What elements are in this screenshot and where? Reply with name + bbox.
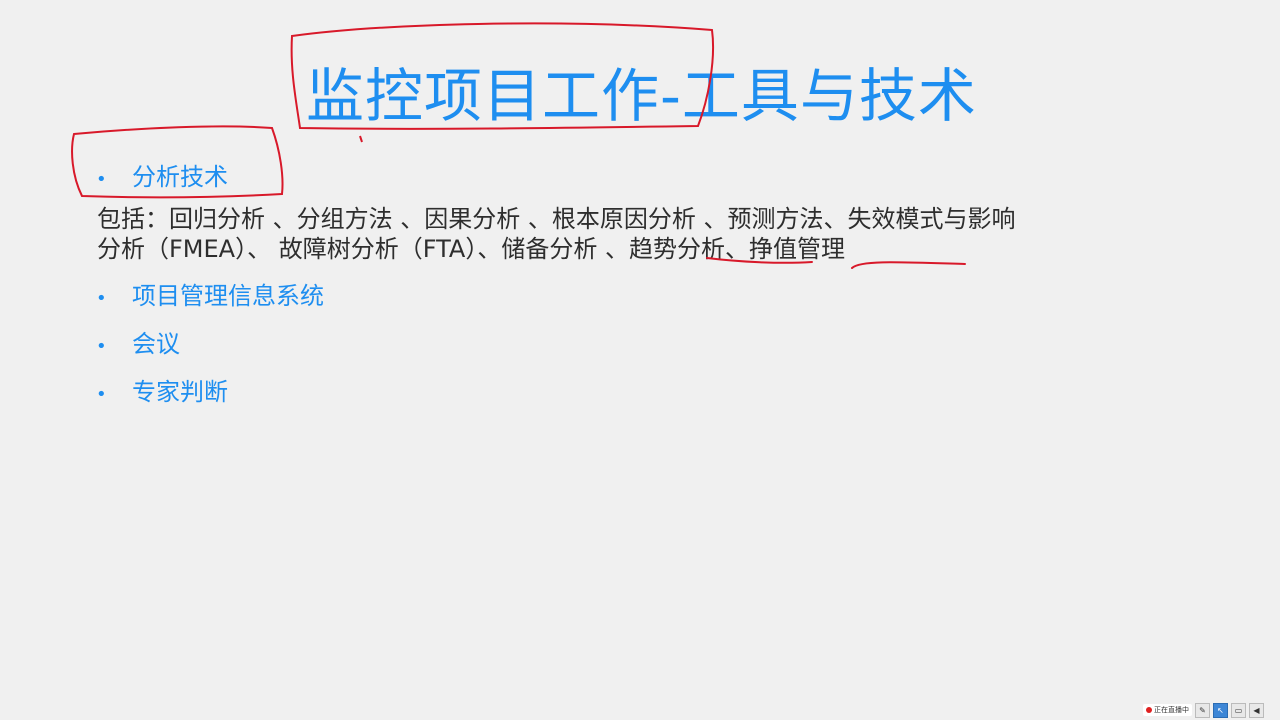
title-circle-tail <box>359 135 363 143</box>
record-icon <box>1146 707 1152 713</box>
slide-canvas: 监控项目工作-工具与技术 • 分析技术 包括：回归分析 、分组方法 、因果分析 、… <box>0 0 1280 720</box>
bullet-label: 项目管理信息系统 <box>132 282 324 310</box>
analysis-techniques-detail: 包括：回归分析 、分组方法 、因果分析 、根本原因分析 、预测方法、失效模式与影… <box>97 204 1157 264</box>
bullet-expert-judgment: • 专家判断 <box>96 377 228 410</box>
bullet-pmis: • 项目管理信息系统 <box>96 281 324 314</box>
bullet-marker: • <box>96 336 107 357</box>
bullet-marker: • <box>96 169 107 190</box>
pen-icon[interactable]: ✎ <box>1195 702 1210 718</box>
bullet-marker: • <box>96 384 107 405</box>
slide-title: 监控项目工作-工具与技术 <box>306 62 977 130</box>
live-label: 正在直播中 <box>1154 706 1189 714</box>
bullet-label: 专家判断 <box>132 378 228 406</box>
bullet-label: 会议 <box>132 330 180 358</box>
bullet-meetings: • 会议 <box>96 329 180 362</box>
speaker-icon[interactable]: ◀ <box>1249 702 1264 718</box>
bullet-label: 分析技术 <box>132 163 228 191</box>
detail-line-2: 分析（FMEA）、 故障树分析（FTA）、储备分析 、趋势分析、挣值管理 <box>97 235 845 263</box>
live-status-badge[interactable]: 正在直播中 <box>1143 704 1192 716</box>
screen-icon[interactable]: ▭ <box>1231 702 1246 718</box>
cursor-icon[interactable]: ↖ <box>1213 702 1228 718</box>
bullet-analysis-techniques: • 分析技术 <box>96 162 228 195</box>
live-toolbar: 正在直播中 ✎ ↖ ▭ ◀ <box>1143 702 1264 718</box>
detail-line-1: 包括：回归分析 、分组方法 、因果分析 、根本原因分析 、预测方法、失效模式与影… <box>97 205 1016 233</box>
bullet-marker: • <box>96 288 107 309</box>
